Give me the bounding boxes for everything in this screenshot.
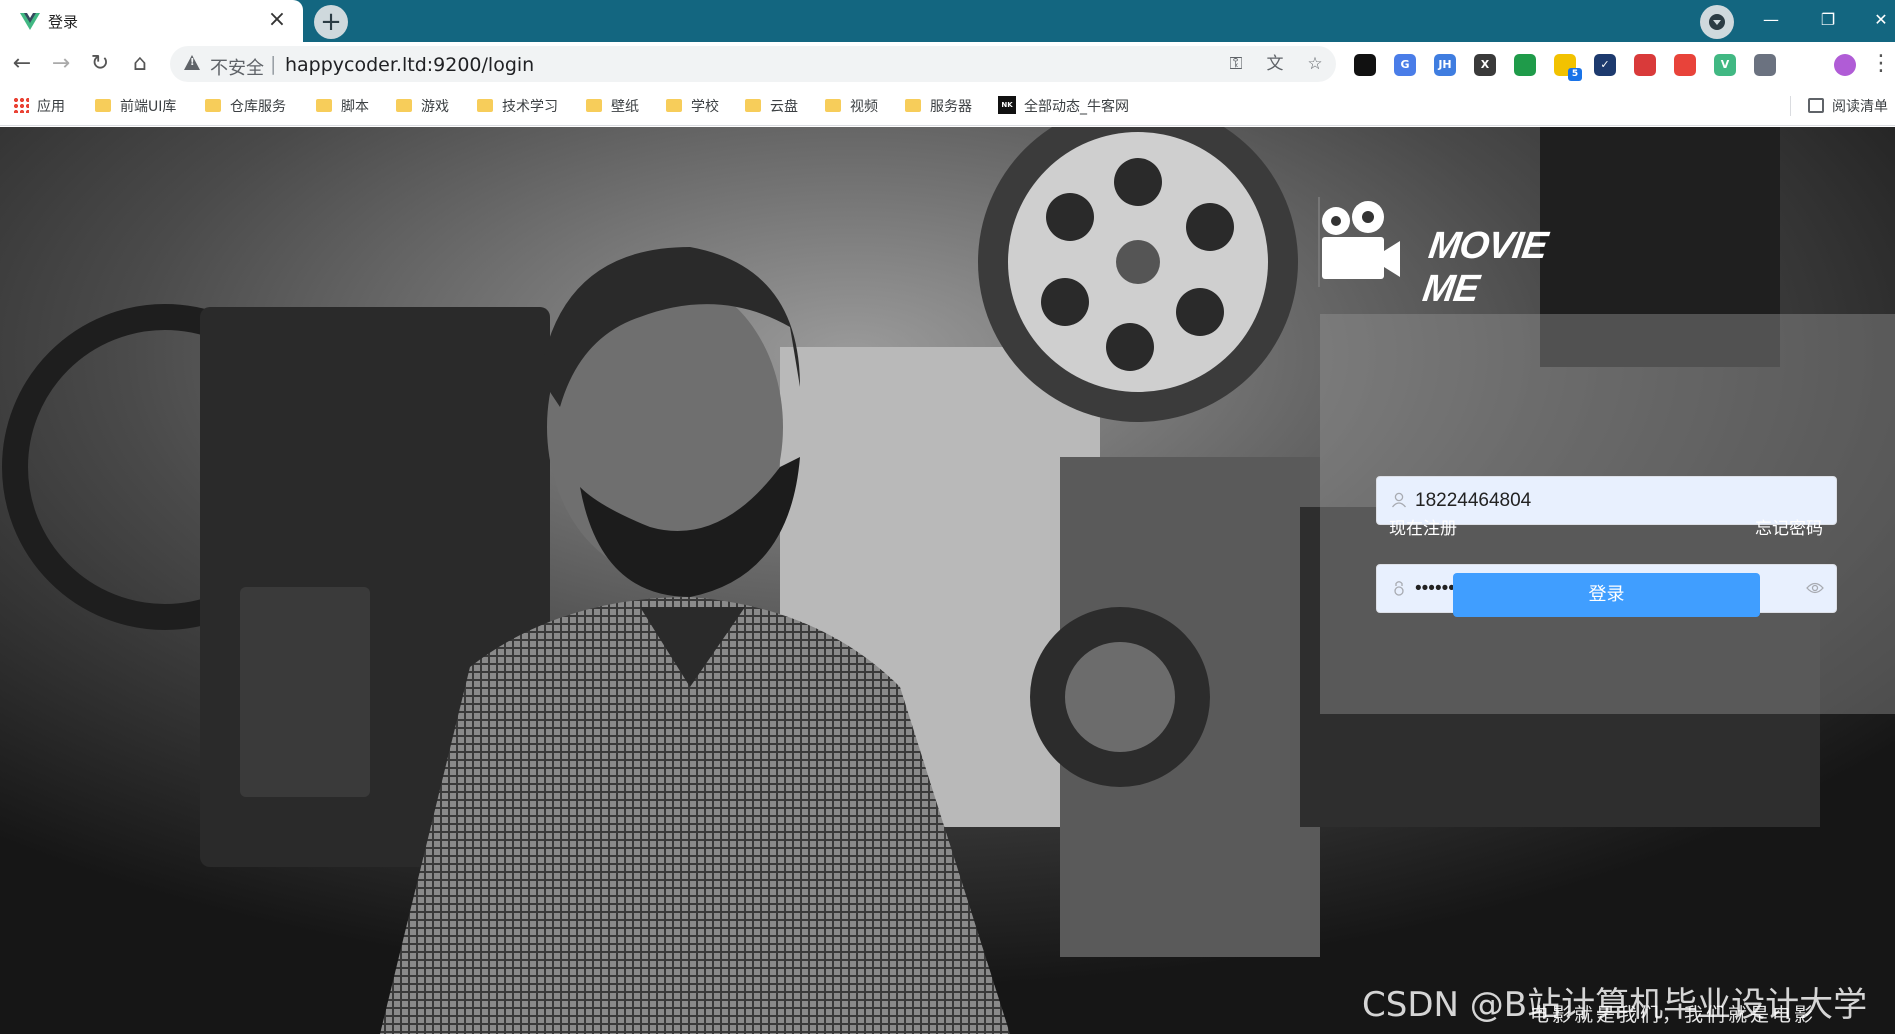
bookmark-folder[interactable]: 云盘: [745, 97, 798, 117]
bookmark-label: 游戏: [421, 99, 449, 115]
reading-list[interactable]: 阅读清单: [1808, 97, 1888, 117]
address-bar[interactable]: 不安全 | happycoder.ltd:9200/login ⚿ 文 ☆: [170, 46, 1336, 82]
minimize-button[interactable]: —: [1748, 3, 1794, 37]
check-ext-icon[interactable]: ✓: [1594, 54, 1616, 76]
bookmark-label: 云盘: [770, 99, 798, 115]
bookmark-folder[interactable]: 服务器: [905, 97, 972, 117]
back-button[interactable]: ←: [6, 48, 38, 80]
bookmark-label: 服务器: [930, 99, 972, 115]
bookmark-label: 视频: [850, 99, 878, 115]
jh-ext-icon[interactable]: JH: [1434, 54, 1456, 76]
ext-11-icon[interactable]: [1754, 54, 1776, 76]
tab-title: 登录: [48, 13, 79, 31]
movie-me-logo: MOVIE ME: [1318, 197, 1578, 310]
bookmark-apps[interactable]: 应用: [13, 97, 65, 117]
security-label[interactable]: 不安全: [210, 54, 264, 80]
forgot-password-link[interactable]: 忘记密码: [1755, 514, 1823, 539]
folder-icon: [396, 98, 412, 112]
x-ext-icon[interactable]: X: [1474, 54, 1496, 76]
new-tab-button[interactable]: +: [314, 5, 348, 39]
folder-icon: [586, 98, 602, 112]
vue-favicon-icon: [20, 13, 40, 30]
translate-icon[interactable]: 文: [1264, 54, 1286, 74]
bookmarks-bar: 应用 前端UI库 仓库服务 脚本 游戏 技术学习 壁纸 学校 云盘 视频 服务器…: [0, 86, 1895, 126]
lock-icon: [1394, 581, 1404, 596]
nowcoder-icon: NK: [998, 96, 1016, 114]
login-form: 现在注册 忘记密码 登录: [1320, 314, 1895, 714]
folder-icon: [905, 98, 921, 112]
tab-close-icon[interactable]: ×: [263, 6, 291, 34]
translate-ext-icon[interactable]: G: [1394, 54, 1416, 76]
folder-icon: [316, 98, 332, 112]
bookmark-folder[interactable]: 视频: [825, 97, 878, 117]
ext-6-icon[interactable]: 5: [1554, 54, 1582, 81]
folder-icon: [477, 98, 493, 112]
bookmark-folder[interactable]: 技术学习: [477, 97, 558, 117]
bookmark-folder[interactable]: 壁纸: [586, 97, 639, 117]
vue-ext-icon[interactable]: V: [1714, 54, 1736, 76]
menu-icon[interactable]: ⋮: [1870, 48, 1892, 80]
bookmark-label: 技术学习: [502, 99, 558, 115]
login-page: MOVIE ME 现在注册 忘记密码 登录 电影就是我们，我们就是电影 CSDN: [0, 127, 1895, 1034]
browser-toolbar: ← → ↻ ⌂ 不安全 | happycoder.ltd:9200/login …: [0, 42, 1895, 86]
home-button[interactable]: ⌂: [124, 48, 156, 80]
bookmark-nowcoder[interactable]: NK 全部动态_牛客网: [998, 96, 1129, 117]
register-link[interactable]: 现在注册: [1389, 514, 1457, 539]
puzzle-ext-icon[interactable]: [1794, 54, 1816, 76]
folder-icon: [825, 98, 841, 112]
user-icon: [1391, 492, 1407, 508]
logo-text: MOVIE ME: [1420, 225, 1550, 310]
bookmark-label: 全部动态_牛客网: [1024, 99, 1129, 115]
bookmark-folder[interactable]: 仓库服务: [205, 97, 286, 117]
star-icon[interactable]: ☆: [1304, 54, 1326, 74]
bookmark-label: 应用: [37, 99, 65, 115]
url-text[interactable]: happycoder.ltd:9200/login: [285, 54, 534, 76]
bookmark-label: 脚本: [341, 99, 369, 115]
login-button[interactable]: 登录: [1453, 573, 1760, 617]
ext-9-icon[interactable]: [1674, 54, 1696, 76]
close-window-button[interactable]: ✕: [1858, 3, 1895, 37]
folder-icon: [666, 98, 682, 112]
extension-badge: 5: [1568, 68, 1582, 81]
bookmark-folder[interactable]: 脚本: [316, 97, 369, 117]
browser-tab[interactable]: 登录 ×: [0, 0, 303, 42]
bookmark-folder[interactable]: 学校: [666, 97, 719, 117]
bookmark-label: 前端UI库: [120, 99, 177, 115]
csdn-watermark: CSDN @B站计算机毕业设计大学: [1362, 985, 1868, 1025]
apps-grid-icon: [13, 97, 29, 113]
tab-search-icon[interactable]: [1700, 5, 1734, 39]
bookmark-folder[interactable]: 游戏: [396, 97, 449, 117]
ext-5-icon[interactable]: [1514, 54, 1536, 76]
bookmark-folder[interactable]: 前端UI库: [95, 97, 176, 117]
forward-button[interactable]: →: [45, 48, 77, 80]
bookmark-label: 壁纸: [611, 99, 639, 115]
movie-camera-icon: [1318, 197, 1400, 287]
reading-list-label: 阅读清单: [1832, 99, 1888, 115]
reading-list-icon: [1808, 97, 1824, 113]
folder-icon: [205, 98, 221, 112]
warning-icon: [184, 55, 200, 70]
eye-icon[interactable]: [1806, 581, 1824, 595]
profile-avatar-icon[interactable]: [1834, 54, 1856, 76]
tab-strip: 登录 × + — ❐ ✕: [0, 0, 1895, 42]
ext-1-icon[interactable]: [1354, 54, 1376, 76]
folder-icon: [95, 98, 111, 112]
key-icon[interactable]: ⚿: [1225, 54, 1247, 74]
bookmark-label: 学校: [691, 99, 719, 115]
folder-icon: [745, 98, 761, 112]
bookmark-divider: [1790, 96, 1791, 116]
ext-8-icon[interactable]: [1634, 54, 1656, 76]
url-separator: |: [270, 53, 277, 75]
reload-button[interactable]: ↻: [84, 48, 116, 80]
maximize-button[interactable]: ❐: [1805, 3, 1851, 37]
bookmark-label: 仓库服务: [230, 99, 286, 115]
